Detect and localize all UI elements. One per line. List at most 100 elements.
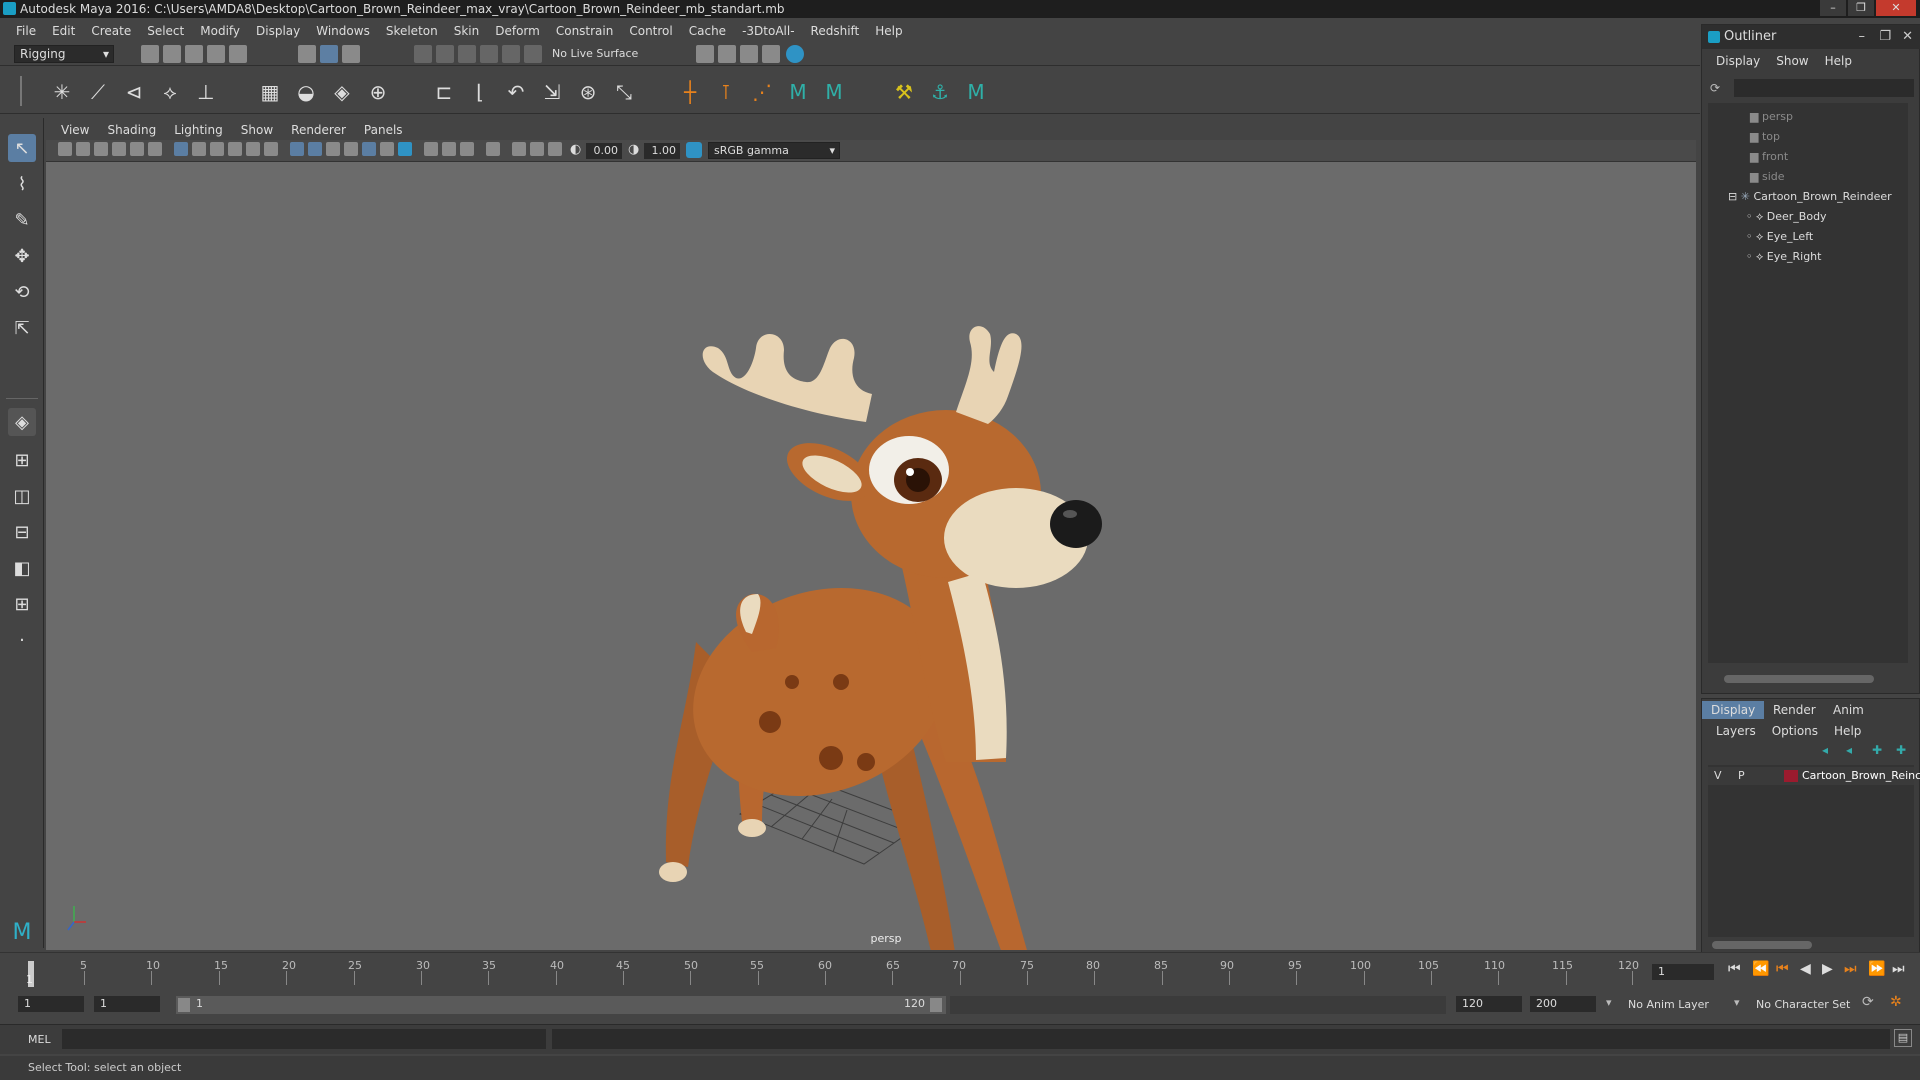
playback-start-field[interactable]: 1 xyxy=(94,996,160,1012)
hud-icon-c[interactable] xyxy=(548,142,562,156)
layer-menu-help[interactable]: Help xyxy=(1826,724,1869,738)
single-pane-icon[interactable]: ◈ xyxy=(8,408,36,436)
motion-blur-icon[interactable] xyxy=(398,142,412,156)
save-scene-icon[interactable] xyxy=(185,45,203,63)
move-tool-icon[interactable]: ✥ xyxy=(8,242,36,270)
move-layer-down-icon[interactable]: ◂ xyxy=(1846,743,1852,757)
new-layer-icon[interactable]: ✚ xyxy=(1872,743,1882,757)
grid-icon[interactable] xyxy=(174,142,188,156)
color-management-icon[interactable] xyxy=(686,142,702,158)
menu-skin[interactable]: Skin xyxy=(446,24,488,38)
render-settings-icon[interactable] xyxy=(696,45,714,63)
outliner-item-front[interactable]: ▆ front xyxy=(1750,147,1920,167)
open-scene-icon[interactable] xyxy=(163,45,181,63)
select-hierarchy-icon[interactable] xyxy=(298,45,316,63)
move-layer-up-icon[interactable]: ◂ xyxy=(1822,743,1828,757)
smooth-shade-icon[interactable] xyxy=(308,142,322,156)
minimize-icon[interactable]: – xyxy=(1820,0,1846,16)
layer-color-swatch[interactable] xyxy=(1784,770,1798,782)
joint-tool-icon[interactable]: ✳ xyxy=(48,78,76,106)
script-icon-b[interactable]: ⚓ xyxy=(926,78,954,106)
menu-deform[interactable]: Deform xyxy=(487,24,548,38)
isolate-select-icon[interactable] xyxy=(486,142,500,156)
close-icon[interactable]: ✕ xyxy=(1902,25,1913,49)
step-forward-icon[interactable]: ⏩ xyxy=(1868,961,1885,977)
tab-anim[interactable]: Anim xyxy=(1824,701,1873,719)
hud-icon-b[interactable] xyxy=(530,142,544,156)
menu-constrain[interactable]: Constrain xyxy=(548,24,622,38)
layer-row[interactable]: V P Cartoon_Brown_Reinc xyxy=(1708,767,1920,785)
layer-visibility-toggle[interactable]: V xyxy=(1714,769,1722,782)
hud-icon-a[interactable] xyxy=(512,142,526,156)
outliner-item-eye-right[interactable]: ◦ ⟡ Eye_Right xyxy=(1746,247,1920,267)
prev-key-icon[interactable]: ⏮ xyxy=(1776,961,1789,977)
end-frame-field[interactable]: 200 xyxy=(1530,996,1596,1012)
character-set-dropdown[interactable]: No Character Set xyxy=(1750,996,1870,1014)
select-tool-icon[interactable]: ↖ xyxy=(8,134,36,162)
outliner-item-eye-left[interactable]: ◦ ⟡ Eye_Left xyxy=(1746,227,1920,247)
menu-set-dropdown[interactable]: Rigging ▾ xyxy=(14,45,114,63)
exposure-field[interactable]: 0.00 xyxy=(586,143,622,159)
script-editor-icon[interactable]: ▤ xyxy=(1894,1029,1912,1047)
outliner-item-side[interactable]: ▆ side xyxy=(1750,167,1920,187)
go-to-end-icon[interactable]: ⏭ xyxy=(1892,961,1905,977)
rotate-tool-icon[interactable]: ⟲ xyxy=(8,278,36,306)
range-end-handle[interactable] xyxy=(930,998,942,1012)
layer-name[interactable]: Cartoon_Brown_Reinc xyxy=(1802,769,1920,782)
parent-constraint-icon[interactable]: ⊛ xyxy=(574,78,602,106)
menu-windows[interactable]: Windows xyxy=(308,24,378,38)
live-surface-field[interactable]: No Live Surface xyxy=(552,47,652,63)
chevron-down-icon[interactable]: ▾ xyxy=(1606,996,1612,1009)
wireframe-icon[interactable] xyxy=(290,142,304,156)
auto-key-icon[interactable]: ⟳ xyxy=(1862,994,1874,1010)
bind-skin-icon[interactable]: ⟡ xyxy=(156,78,184,106)
menu-skeleton[interactable]: Skeleton xyxy=(378,24,446,38)
gamma-field[interactable]: 1.00 xyxy=(644,143,680,159)
hypershade-icon[interactable] xyxy=(786,45,804,63)
snap-curve-icon[interactable] xyxy=(436,45,454,63)
panel-menu-panels[interactable]: Panels xyxy=(355,123,412,137)
filter-icon[interactable]: ⟳ xyxy=(1710,81,1720,95)
go-to-start-icon[interactable]: ⏮ xyxy=(1728,961,1741,977)
ipr-render-icon[interactable] xyxy=(740,45,758,63)
play-backward-icon[interactable]: ◀ xyxy=(1800,961,1811,977)
render-view-icon[interactable] xyxy=(762,45,780,63)
outliner-item-deer-body[interactable]: ◦ ⟡ Deer_Body xyxy=(1746,207,1920,227)
ik-spline-icon[interactable]: ⊲ xyxy=(120,78,148,106)
menu-cache[interactable]: Cache xyxy=(681,24,734,38)
scale-constraint-icon[interactable]: ⇲ xyxy=(538,78,566,106)
bookmark-icon[interactable] xyxy=(94,142,108,156)
layer-menu-layers[interactable]: Layers xyxy=(1708,724,1764,738)
time-ruler[interactable]: 1 5 10 15 20 25 30 35 40 45 50 55 60 65 … xyxy=(26,953,1639,987)
menu-control[interactable]: Control xyxy=(621,24,680,38)
select-object-icon[interactable] xyxy=(320,45,338,63)
paint-select-icon[interactable]: ✎ xyxy=(8,206,36,234)
panel-menu-view[interactable]: View xyxy=(52,123,98,137)
gate-mask-icon[interactable] xyxy=(228,142,242,156)
snap-pivot-icon[interactable] xyxy=(524,45,542,63)
point-constraint-icon[interactable]: ⊏ xyxy=(430,78,458,106)
current-frame-field[interactable]: 1 xyxy=(1652,964,1714,980)
anim-prefs-icon[interactable]: ✲ xyxy=(1890,994,1902,1010)
menu-edit[interactable]: Edit xyxy=(44,24,83,38)
menu-create[interactable]: Create xyxy=(83,24,139,38)
orient-constraint-icon[interactable]: ↶ xyxy=(502,78,530,106)
aim-constraint-icon[interactable]: ⌊ xyxy=(466,78,494,106)
xray-icon[interactable] xyxy=(424,142,438,156)
anim-layer-dropdown[interactable]: No Anim Layer xyxy=(1622,996,1742,1014)
undo-icon[interactable] xyxy=(207,45,225,63)
start-frame-field[interactable]: 1 xyxy=(18,996,84,1012)
panel-menu-shading[interactable]: Shading xyxy=(98,123,165,137)
camera-attr-icon[interactable] xyxy=(76,142,90,156)
snap-surface-icon[interactable] xyxy=(502,45,520,63)
outliner-item-top[interactable]: ▆ top xyxy=(1750,127,1920,147)
tab-render[interactable]: Render xyxy=(1764,701,1825,719)
command-language-label[interactable]: MEL xyxy=(28,1033,51,1046)
layer-h-scrollbar[interactable] xyxy=(1712,941,1812,949)
outliner-menu-display[interactable]: Display xyxy=(1708,54,1768,68)
playback-end-field[interactable]: 120 xyxy=(1456,996,1522,1012)
2d-pan-icon[interactable] xyxy=(130,142,144,156)
colorspace-dropdown[interactable]: sRGB gamma ▾ xyxy=(708,142,840,159)
step-back-icon[interactable]: ⏪ xyxy=(1752,961,1769,977)
graph-pane-icon[interactable]: ⊞ xyxy=(8,590,36,618)
